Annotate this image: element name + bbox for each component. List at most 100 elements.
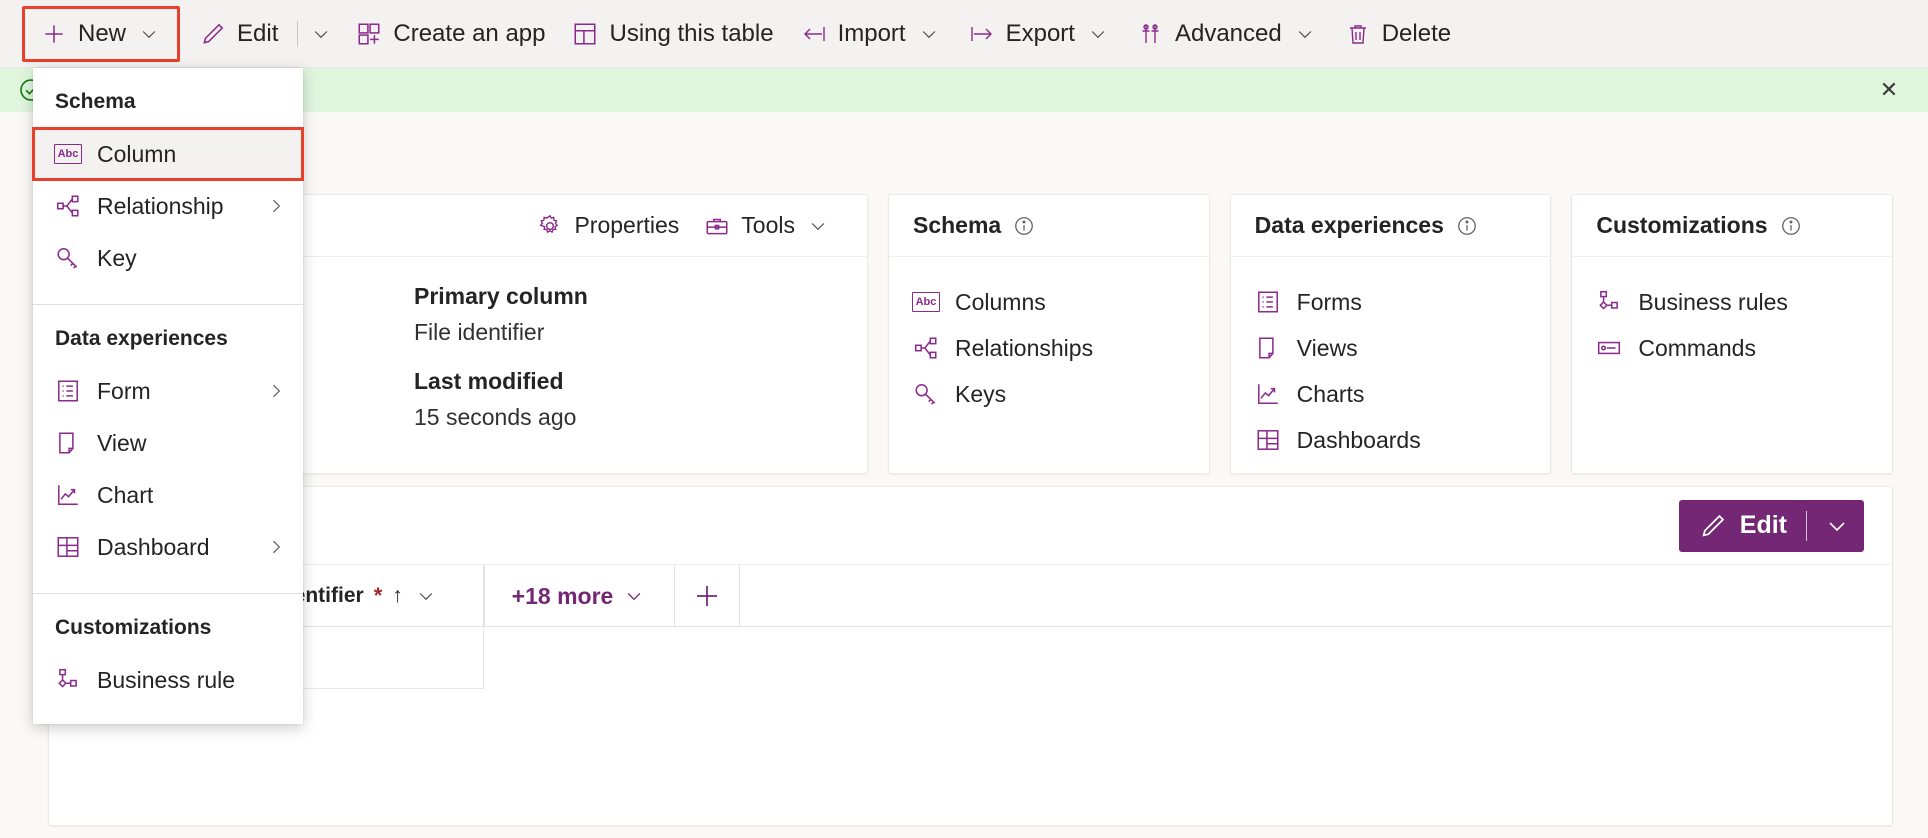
relationship-icon bbox=[55, 193, 81, 219]
sort-ascending-icon[interactable]: ↑ bbox=[392, 584, 403, 608]
new-dropdown-menu: Schema Abc Column Relationship Key Data … bbox=[32, 68, 304, 724]
toolbox-icon bbox=[703, 212, 731, 240]
chevron-down-icon bbox=[308, 21, 334, 47]
schema-item-keys[interactable]: Keys bbox=[913, 371, 1185, 417]
create-an-app-button[interactable]: Create an app bbox=[342, 8, 558, 60]
customizations-item-business-rules[interactable]: Business rules bbox=[1596, 279, 1868, 325]
menu-item-label: View bbox=[97, 429, 147, 456]
view-icon bbox=[55, 430, 81, 456]
edit-button-divider bbox=[1806, 510, 1807, 541]
export-button[interactable]: Export bbox=[955, 8, 1124, 60]
data-experiences-card-list: Forms Views Charts Dashboards bbox=[1231, 257, 1551, 473]
import-label: Import bbox=[837, 19, 906, 47]
more-columns-button[interactable]: +18 more bbox=[485, 565, 675, 627]
advanced-button[interactable]: Advanced bbox=[1124, 8, 1331, 60]
menu-section-label-schema: Schema bbox=[55, 90, 136, 113]
edit-button[interactable]: Edit bbox=[186, 8, 291, 60]
chevron-right-icon bbox=[265, 380, 287, 402]
business-rule-icon bbox=[55, 667, 81, 693]
pencil-icon bbox=[1699, 512, 1727, 540]
cards-row: Properties Tools Primary column File ide… bbox=[48, 194, 1894, 474]
command-divider bbox=[297, 20, 299, 47]
menu-item-column[interactable]: Abc Column bbox=[32, 127, 304, 181]
grid-row-filler bbox=[484, 627, 1892, 689]
data-experiences-item-label: Views bbox=[1296, 334, 1358, 361]
tools-button[interactable]: Tools bbox=[691, 203, 843, 249]
properties-label: Properties bbox=[574, 212, 680, 238]
menu-item-chart[interactable]: Chart bbox=[33, 469, 303, 521]
chevron-down-icon[interactable] bbox=[413, 583, 439, 609]
menu-item-business-rule[interactable]: Business rule bbox=[33, 654, 303, 706]
chevron-down-icon bbox=[621, 583, 647, 609]
view-icon bbox=[1255, 335, 1281, 361]
close-icon[interactable]: ✕ bbox=[1874, 75, 1904, 105]
create-an-app-label: Create an app bbox=[393, 19, 546, 47]
using-this-table-button[interactable]: Using this table bbox=[558, 8, 786, 60]
grid-header-filler bbox=[740, 565, 1892, 626]
pencil-icon bbox=[199, 20, 227, 48]
business-rule-icon bbox=[1596, 289, 1622, 315]
data-experiences-item-label: Dashboards bbox=[1296, 426, 1421, 453]
gear-icon bbox=[536, 212, 564, 240]
schema-item-columns[interactable]: Abc Columns bbox=[912, 279, 1185, 325]
schema-card-header: Schema bbox=[889, 195, 1209, 257]
menu-item-key[interactable]: Key bbox=[33, 232, 303, 284]
data-experiences-item-views[interactable]: Views bbox=[1255, 325, 1527, 371]
data-experiences-card-title: Data experiences bbox=[1254, 212, 1444, 238]
data-experiences-item-forms[interactable]: Forms bbox=[1255, 279, 1527, 325]
info-icon[interactable] bbox=[1456, 215, 1478, 237]
command-bar: New Edit Create an app Using this table … bbox=[0, 0, 1928, 68]
table-grid-icon bbox=[571, 20, 599, 48]
key-icon bbox=[913, 381, 939, 407]
advanced-tools-icon bbox=[1137, 20, 1165, 48]
menu-item-form[interactable]: Form bbox=[33, 365, 303, 417]
menu-item-label: Business rule bbox=[97, 666, 236, 693]
schema-card-title: Schema bbox=[913, 212, 1002, 238]
export-arrow-icon bbox=[968, 20, 996, 48]
chevron-right-icon bbox=[265, 195, 287, 217]
customizations-item-commands[interactable]: Commands bbox=[1596, 325, 1868, 371]
menu-item-label: Key bbox=[97, 244, 137, 271]
key-icon bbox=[55, 245, 81, 271]
edit-data-button[interactable]: Edit bbox=[1678, 499, 1864, 552]
schema-item-relationships[interactable]: Relationships bbox=[913, 325, 1185, 371]
import-button[interactable]: Import bbox=[787, 8, 955, 60]
new-button-highlight-frame: New bbox=[22, 5, 181, 62]
data-experiences-item-charts[interactable]: Charts bbox=[1255, 371, 1527, 417]
data-grid: Abc File identifier * ↑ +18 more bbox=[49, 565, 1892, 825]
required-marker: * bbox=[373, 582, 383, 608]
customizations-item-label: Commands bbox=[1638, 334, 1756, 361]
data-experiences-item-label: Charts bbox=[1296, 380, 1365, 407]
menu-item-relationship[interactable]: Relationship bbox=[33, 180, 303, 232]
data-experiences-item-label: Forms bbox=[1296, 288, 1362, 315]
menu-item-dashboard[interactable]: Dashboard bbox=[33, 521, 303, 573]
chart-icon bbox=[55, 482, 81, 508]
data-grid-header: Abc File identifier * ↑ +18 more bbox=[49, 565, 1892, 627]
chevron-down-icon bbox=[1292, 21, 1318, 47]
info-icon[interactable] bbox=[1780, 215, 1802, 237]
delete-button[interactable]: Delete bbox=[1331, 8, 1464, 60]
table-row: Enter text bbox=[49, 627, 1892, 689]
last-modified-value: 15 seconds ago bbox=[414, 404, 577, 430]
add-column-button[interactable] bbox=[675, 565, 739, 627]
plus-icon bbox=[40, 20, 68, 48]
edit-button-label: Edit bbox=[237, 19, 279, 47]
chevron-down-icon[interactable] bbox=[1820, 509, 1854, 543]
customizations-card-header: Customizations bbox=[1572, 195, 1893, 257]
schema-card-list: Abc Columns Relationships Keys bbox=[889, 257, 1209, 427]
info-icon[interactable] bbox=[1013, 215, 1035, 237]
data-experiences-item-dashboards[interactable]: Dashboards bbox=[1255, 417, 1527, 463]
relationship-icon bbox=[913, 335, 939, 361]
chevron-down-icon bbox=[1085, 21, 1111, 47]
edit-dropdown-button[interactable] bbox=[304, 8, 342, 60]
abc-column-icon: Abc bbox=[912, 289, 940, 315]
menu-item-view[interactable]: View bbox=[33, 417, 303, 469]
more-columns-group: +18 more bbox=[484, 565, 740, 627]
schema-item-label: Columns bbox=[955, 288, 1046, 315]
new-button[interactable]: New bbox=[27, 10, 175, 58]
import-arrow-icon bbox=[800, 20, 828, 48]
chevron-right-icon bbox=[265, 536, 287, 558]
properties-button[interactable]: Properties bbox=[524, 203, 691, 249]
commands-icon bbox=[1596, 335, 1622, 361]
columns-and-data-section: s columns and data Edit Abc bbox=[48, 486, 1893, 826]
